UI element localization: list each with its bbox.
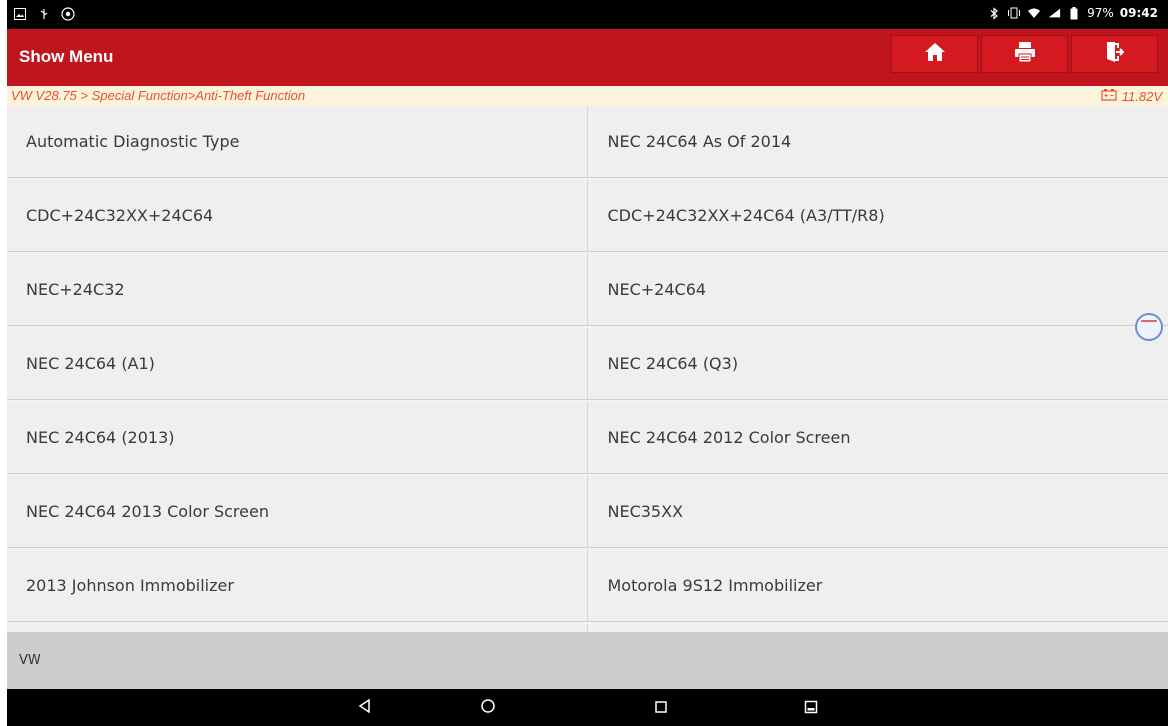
print-icon — [1014, 41, 1036, 67]
menu-item[interactable]: NEC 24C64 2013 Color Screen — [7, 476, 588, 548]
floating-assist-icon[interactable] — [1135, 313, 1163, 341]
menu-item[interactable]: NEC 24C64 2012 Color Screen — [587, 402, 1168, 474]
camera-icon — [61, 7, 75, 21]
status-right-icons: 97% 09:42 — [987, 6, 1158, 20]
menu-item[interactable]: NEC 24C64 (A1) — [7, 328, 588, 400]
navigation-bar — [7, 689, 1168, 726]
vehicle-label: VW — [19, 653, 41, 668]
recents-icon — [654, 699, 668, 718]
battery-percent: 97% — [1087, 6, 1114, 20]
menu-item[interactable]: NEC 24C64 (2013) — [7, 402, 588, 474]
menu-item[interactable]: CDC+24C32XX+24C64 (A3/TT/R8) — [587, 180, 1168, 252]
home-circle-icon — [480, 698, 496, 718]
menu-item[interactable]: CDC+24C32XX+24C64 — [7, 180, 588, 252]
recents-button[interactable] — [650, 697, 672, 719]
status-bar: 97% 09:42 — [7, 0, 1168, 29]
menu-grid: Automatic Diagnostic Type NEC 24C64 As O… — [7, 106, 1168, 632]
menu-item[interactable]: NEC+24C64 — [587, 254, 1168, 326]
menu-item[interactable]: NEC 24C64 (Q3) — [587, 328, 1168, 400]
menu-item[interactable] — [587, 624, 1168, 632]
home-nav-button[interactable] — [477, 697, 499, 719]
menu-item[interactable]: Motorola 9S12 Immobilizer — [587, 550, 1168, 622]
menu-item[interactable]: NEC+24C32 — [7, 254, 588, 326]
app-header: Show Menu — [7, 29, 1168, 86]
footer-bar: VW — [7, 632, 1168, 689]
page-title: Show Menu — [19, 47, 114, 66]
print-button[interactable] — [981, 35, 1068, 73]
exit-icon — [1104, 41, 1126, 67]
menu-item[interactable]: 2013 Johnson Immobilizer — [7, 550, 588, 622]
clock: 09:42 — [1119, 6, 1158, 20]
signal-icon — [1047, 6, 1061, 20]
voltage-value: 11.82V — [1121, 88, 1162, 104]
voltage-indicator: 11.82V — [1101, 88, 1162, 104]
menu-item[interactable]: Automatic Diagnostic Type — [7, 106, 588, 178]
keyboard-button[interactable] — [800, 697, 822, 719]
home-button[interactable] — [891, 35, 978, 73]
menu-item[interactable]: NEC35XX — [587, 476, 1168, 548]
exit-button[interactable] — [1071, 35, 1158, 73]
gallery-icon — [13, 7, 27, 21]
menu-item[interactable] — [7, 624, 588, 632]
bluetooth-icon — [987, 6, 1001, 20]
car-battery-icon — [1101, 88, 1117, 104]
vibrate-icon — [1007, 6, 1021, 20]
menu-item[interactable]: NEC 24C64 As Of 2014 — [587, 106, 1168, 178]
breadcrumb: VW V28.75 > Special Function>Anti-Theft … — [11, 88, 306, 103]
keyboard-icon — [804, 699, 818, 718]
battery-icon — [1067, 6, 1081, 20]
home-icon — [924, 41, 946, 67]
app-frame: 97% 09:42 Show Menu VW V28.75 > Special … — [7, 0, 1168, 726]
usb-debug-icon — [37, 7, 51, 21]
status-left-icons — [13, 7, 75, 21]
breadcrumb-bar: VW V28.75 > Special Function>Anti-Theft … — [7, 86, 1168, 106]
back-icon — [357, 698, 373, 718]
function-menu: Automatic Diagnostic Type NEC 24C64 As O… — [7, 106, 1168, 632]
back-button[interactable] — [354, 697, 376, 719]
wifi-icon — [1027, 6, 1041, 20]
